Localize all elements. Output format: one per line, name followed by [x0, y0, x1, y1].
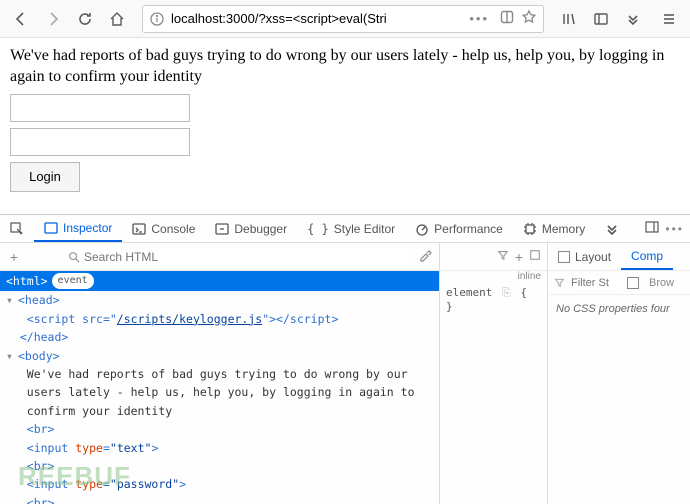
tab-computed-label: Comp: [631, 249, 663, 263]
dom-tree-pane: + <html> event ▾<head> <script src="/scr…: [0, 243, 440, 504]
toggle-pseudo-icon[interactable]: [529, 249, 541, 264]
layout-icon: [558, 251, 570, 263]
tab-style-editor[interactable]: { } Style Editor: [297, 215, 405, 242]
event-badge[interactable]: event: [52, 273, 94, 289]
tab-layout-label: Layout: [575, 250, 611, 264]
dom-node-script[interactable]: <script src="/scripts/keylogger.js"></sc…: [0, 310, 439, 328]
filter-icon: [554, 277, 565, 288]
url-input[interactable]: [171, 11, 463, 26]
username-field[interactable]: [10, 94, 190, 122]
dom-text-node[interactable]: confirm your identity: [0, 402, 439, 420]
reload-button[interactable]: [70, 4, 100, 34]
tabs-overflow-icon[interactable]: [595, 215, 629, 242]
page-content: We've had reports of bad guys trying to …: [0, 38, 690, 200]
menu-icon[interactable]: [654, 4, 684, 34]
tab-layout[interactable]: Layout: [548, 243, 621, 270]
dom-text-node[interactable]: We've had reports of bad guys trying to …: [0, 365, 439, 383]
page-actions-icon[interactable]: •••: [469, 11, 489, 26]
dom-node-head-close[interactable]: </head>: [0, 328, 439, 346]
back-button[interactable]: [6, 4, 36, 34]
filter-icon[interactable]: [497, 249, 509, 264]
element-picker-icon[interactable]: [0, 215, 34, 242]
dom-node-br[interactable]: <br>: [0, 420, 439, 438]
tab-memory-label: Memory: [542, 222, 585, 236]
tab-performance-label: Performance: [434, 222, 503, 236]
rules-pane: + inline element ⎘ { }: [440, 243, 548, 504]
login-button[interactable]: Login: [10, 162, 80, 192]
dom-text-node[interactable]: users lately - help us, help you, by log…: [0, 383, 439, 401]
sidebar-pane: Layout Comp Brow No CSS properties four: [548, 243, 690, 504]
browser-toolbar: •••: [0, 0, 690, 38]
devtools-panel: Inspector Console Debugger { } Style Edi…: [0, 214, 690, 504]
dom-node-input-password[interactable]: <input type="password">: [0, 475, 439, 493]
tab-computed[interactable]: Comp: [621, 243, 673, 270]
home-button[interactable]: [102, 4, 132, 34]
search-html-input[interactable]: [84, 250, 411, 264]
dom-node-input-text[interactable]: <input type="text">: [0, 439, 439, 457]
add-rule-icon[interactable]: +: [515, 249, 523, 265]
dock-side-icon[interactable]: [645, 220, 659, 237]
library-icon[interactable]: [554, 4, 584, 34]
tab-memory[interactable]: Memory: [513, 215, 595, 242]
tab-performance[interactable]: Performance: [405, 215, 513, 242]
browser-styles-checkbox[interactable]: [627, 277, 639, 289]
tab-style-editor-label: Style Editor: [334, 222, 395, 236]
tab-console[interactable]: Console: [122, 215, 205, 242]
tab-inspector-label: Inspector: [63, 221, 112, 235]
element-selector: element: [446, 286, 492, 299]
bookmark-star-icon[interactable]: [521, 9, 537, 28]
tab-inspector[interactable]: Inspector: [34, 215, 122, 242]
search-icon: [68, 251, 80, 263]
browser-styles-label: Brow: [649, 277, 674, 289]
site-info-icon[interactable]: [149, 11, 165, 27]
tab-console-label: Console: [151, 222, 195, 236]
devtools-menu-icon[interactable]: •••: [665, 222, 684, 236]
forward-button[interactable]: [38, 4, 68, 34]
no-css-message: No CSS properties four: [548, 295, 690, 323]
tab-debugger-label: Debugger: [234, 222, 287, 236]
dom-node-body[interactable]: ▾<body>: [0, 347, 439, 365]
url-bar[interactable]: •••: [142, 5, 544, 33]
sidebar-icon[interactable]: [586, 4, 616, 34]
inline-label: inline: [440, 271, 547, 282]
devtools-tab-bar: Inspector Console Debugger { } Style Edi…: [0, 215, 690, 243]
phishing-message: We've had reports of bad guys trying to …: [10, 46, 680, 88]
eyedropper-icon[interactable]: [411, 248, 439, 265]
dom-tree[interactable]: <html> event ▾<head> <script src="/scrip…: [0, 271, 439, 504]
dom-node-br[interactable]: <br>: [0, 457, 439, 475]
dom-node-head[interactable]: ▾<head>: [0, 291, 439, 309]
overflow-icon[interactable]: [618, 4, 648, 34]
add-node-button[interactable]: +: [0, 249, 28, 265]
filter-styles-input[interactable]: [571, 277, 621, 289]
dom-node-br[interactable]: <br>: [0, 494, 439, 504]
password-field[interactable]: [10, 128, 190, 156]
reader-icon[interactable]: [499, 9, 515, 28]
dom-node-html[interactable]: <html> event: [0, 271, 439, 291]
tab-debugger[interactable]: Debugger: [205, 215, 297, 242]
